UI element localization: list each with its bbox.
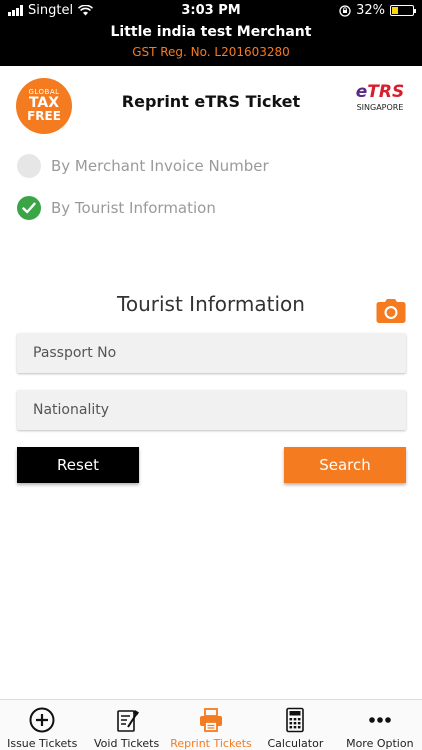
calculator-icon xyxy=(281,706,309,734)
nationality-field[interactable] xyxy=(17,390,406,430)
search-button[interactable]: Search xyxy=(284,447,406,483)
tab-calculator[interactable]: Calculator xyxy=(253,700,337,750)
merchant-name: Little india test Merchant xyxy=(110,24,312,40)
orientation-lock-icon xyxy=(339,4,351,17)
radio-unchecked-icon[interactable] xyxy=(17,154,41,178)
camera-icon[interactable] xyxy=(376,298,406,324)
status-bar: Singtel 3:03 PM 32% xyxy=(0,0,422,22)
reset-button[interactable]: Reset xyxy=(17,447,139,483)
nationality-input[interactable] xyxy=(17,390,406,430)
option-merchant-invoice[interactable]: By Merchant Invoice Number xyxy=(17,154,269,178)
printer-icon xyxy=(197,706,225,734)
option-label: By Tourist Information xyxy=(51,199,216,217)
passport-field[interactable] xyxy=(17,333,406,373)
tab-issue-tickets[interactable]: Issue Tickets xyxy=(0,700,84,750)
gst-number: GST Reg. No. L201603280 xyxy=(132,45,290,59)
section-title: Tourist Information xyxy=(117,292,305,316)
checkmark-icon[interactable] xyxy=(17,196,41,220)
tab-reprint-tickets[interactable]: Reprint Tickets xyxy=(169,700,253,750)
more-dots-icon xyxy=(366,706,394,734)
option-label: By Merchant Invoice Number xyxy=(51,157,269,175)
passport-input[interactable] xyxy=(17,333,406,373)
tab-void-tickets[interactable]: Void Tickets xyxy=(84,700,168,750)
bottom-tab-bar: Issue Tickets Void Tickets Reprint Ticke… xyxy=(0,699,422,750)
void-ticket-icon xyxy=(113,706,141,734)
plus-circle-icon xyxy=(28,706,56,734)
battery-percent: 32% xyxy=(356,3,385,18)
top-bar: Singtel 3:03 PM 32% Little india test Me… xyxy=(0,0,422,66)
option-tourist-information[interactable]: By Tourist Information xyxy=(17,196,216,220)
etrs-singapore-logo: eTRS SINGAPORE xyxy=(355,82,405,112)
page-header: GLOBAL TAX FREE Reprint eTRS Ticket eTRS… xyxy=(0,66,422,138)
tab-more-option[interactable]: More Option xyxy=(338,700,422,750)
battery-icon xyxy=(390,5,416,16)
